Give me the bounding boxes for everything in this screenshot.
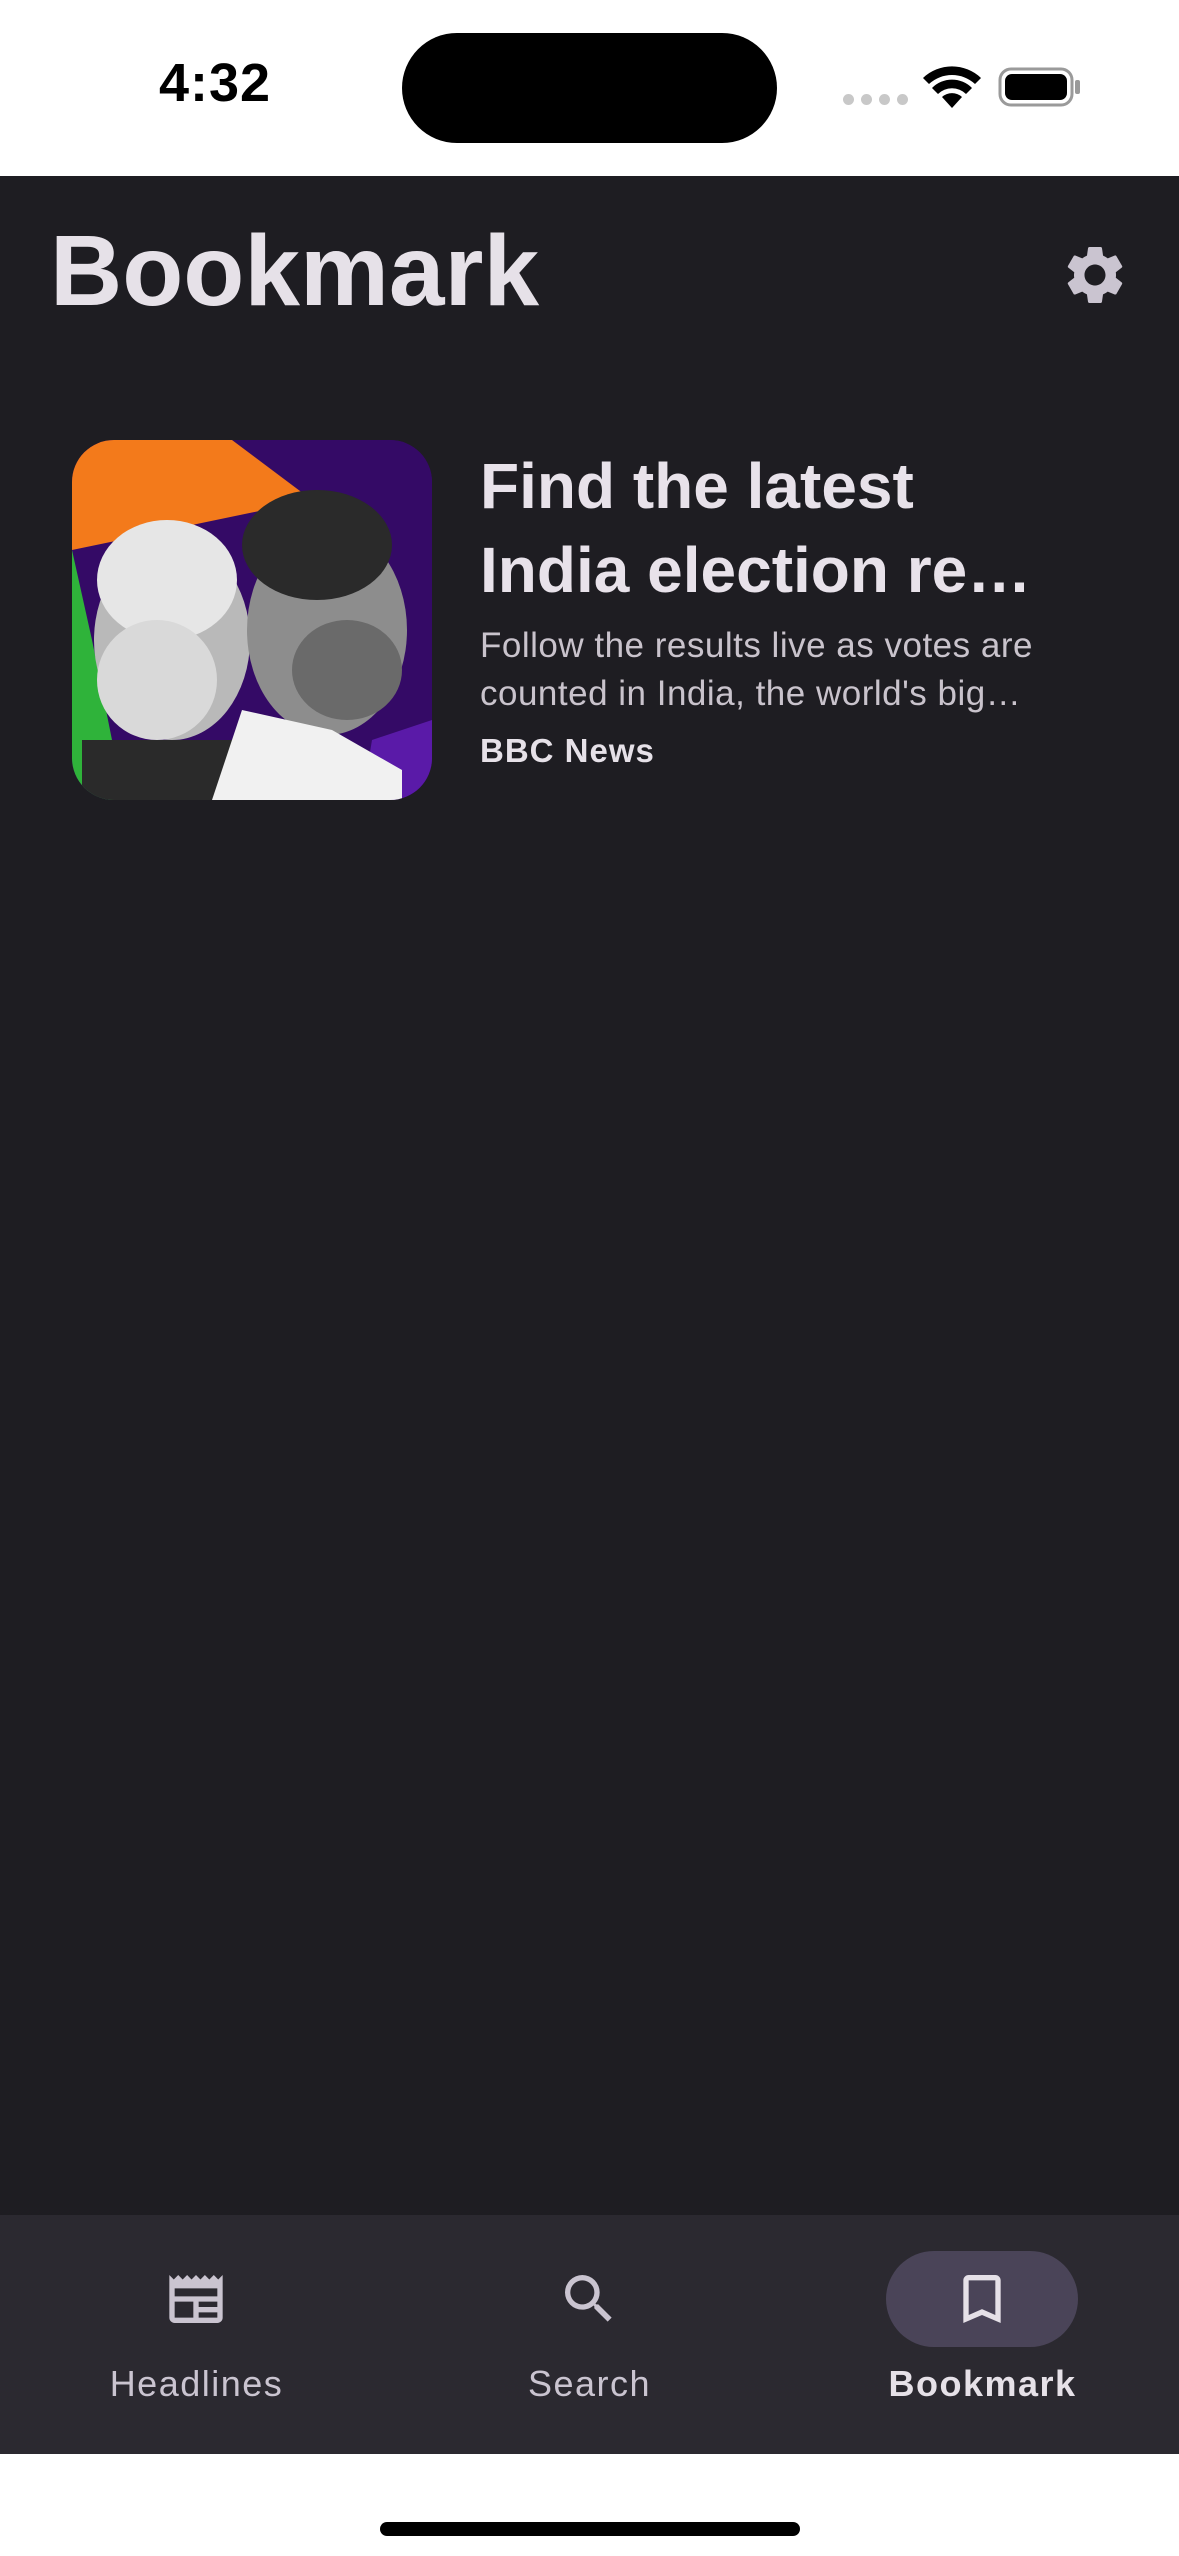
battery-icon — [998, 67, 1080, 107]
article-thumbnail — [72, 440, 432, 800]
status-bar: 4:32 — [0, 0, 1179, 176]
home-indicator[interactable] — [380, 2522, 800, 2536]
article-text: Find the latest India election re… Follo… — [480, 440, 1130, 770]
article-title: Find the latest India election re… — [480, 450, 1032, 606]
wifi-icon — [923, 66, 981, 108]
article-source: BBC News — [480, 732, 655, 769]
nav-item-bookmark[interactable]: Bookmark — [786, 2215, 1179, 2454]
nav-item-search[interactable]: Search — [393, 2215, 786, 2454]
nav-label-bookmark: Bookmark — [888, 2363, 1077, 2404]
article-summary: Follow the results live as votes are cou… — [480, 626, 1033, 713]
home-indicator-area — [0, 2454, 1179, 2556]
phone-screen: 4:32 Bookmark Find the latest India elec… — [0, 0, 1179, 2556]
bookmark-icon — [963, 2275, 1001, 2323]
nav-label-search: Search — [527, 2363, 652, 2404]
dynamic-island — [402, 33, 777, 143]
nav-label-headlines: Headlines — [109, 2363, 284, 2404]
bookmarked-article-card[interactable]: Find the latest India election re… Follo… — [72, 440, 1132, 800]
newspaper-icon — [169, 2275, 223, 2323]
gear-icon[interactable] — [1060, 240, 1130, 310]
bookmark-screen: Bookmark Find the latest India election … — [0, 176, 1179, 2215]
search-icon — [565, 2275, 612, 2322]
page-title: Bookmark — [50, 215, 540, 327]
nav-item-headlines[interactable]: Headlines — [0, 2215, 393, 2454]
status-time: 4:32 — [158, 53, 272, 113]
bottom-navigation-bar: Headlines Search Bookmark — [0, 2215, 1179, 2454]
cellular-signal-icon — [843, 94, 908, 105]
